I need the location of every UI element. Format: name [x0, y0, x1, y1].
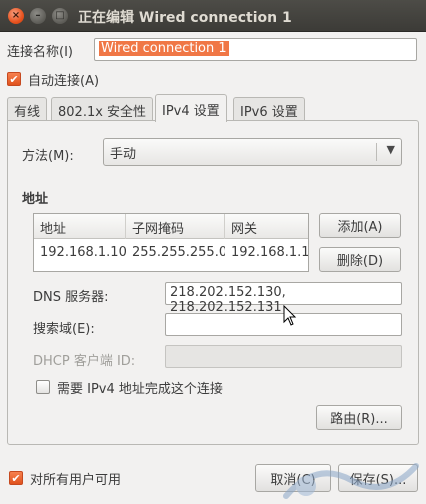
method-dropdown[interactable]: 手动 ▼ — [103, 138, 402, 166]
routes-button[interactable]: 路由(R)... — [316, 405, 402, 430]
cell-netmask[interactable]: 255.255.255.0 — [126, 241, 225, 265]
maximize-icon: □ — [55, 10, 65, 21]
close-window-button[interactable]: × — [8, 8, 24, 24]
address-section-title: 地址 — [22, 192, 49, 207]
tab-wired[interactable]: 有线 — [7, 97, 48, 121]
dropdown-separator — [376, 143, 377, 161]
dhcp-client-id-input — [165, 345, 402, 368]
address-table[interactable]: 地址 子网掩码 网关 192.168.1.10 255.255.255.0 19… — [33, 213, 309, 272]
column-header-gateway[interactable]: 网关 — [225, 214, 308, 239]
chevron-down-icon: ▼ — [386, 143, 395, 156]
minimize-icon: – — [35, 10, 41, 21]
search-domain-label: 搜索域(E): — [33, 322, 95, 337]
auto-connect-checkbox[interactable]: ✔ — [7, 72, 21, 86]
all-users-label: 对所有用户可用 — [30, 473, 122, 488]
delete-address-button[interactable]: 删除(D) — [319, 247, 401, 272]
dns-servers-value: 218.202.152.130, 218.202.152.131 — [170, 285, 286, 315]
column-header-netmask[interactable]: 子网掩码 — [126, 214, 225, 239]
require-ipv4-label: 需要 IPv4 地址完成这个连接 — [57, 382, 223, 397]
connection-name-value: Wired connection 1 — [99, 41, 229, 56]
add-address-button[interactable]: 添加(A) — [319, 213, 401, 238]
method-value: 手动 — [110, 147, 137, 162]
connection-name-label: 连接名称(I) — [7, 45, 73, 60]
window-title: 正在编辑 Wired connection 1 — [78, 10, 292, 26]
dns-label: DNS 服务器: — [33, 290, 109, 305]
tab-8021x-security[interactable]: 802.1x 安全性 — [51, 97, 154, 121]
address-table-header: 地址 子网掩码 网关 — [34, 214, 308, 239]
connection-name-input[interactable]: Wired connection 1 — [94, 38, 417, 61]
maximize-window-button[interactable]: □ — [52, 8, 68, 24]
dhcp-client-id-label: DHCP 客户端 ID: — [33, 354, 136, 369]
close-icon: × — [11, 10, 21, 21]
tab-ipv4-settings[interactable]: IPv4 设置 — [155, 94, 227, 122]
title-bar: × – □ 正在编辑 Wired connection 1 — [0, 0, 426, 32]
tab-ipv6-settings[interactable]: IPv6 设置 — [233, 97, 305, 121]
all-users-checkbox[interactable]: ✔ — [9, 471, 23, 485]
mouse-cursor-icon — [283, 305, 297, 326]
auto-connect-label: 自动连接(A) — [28, 74, 100, 89]
cell-address[interactable]: 192.168.1.10 — [34, 241, 126, 265]
minimize-window-button[interactable]: – — [30, 8, 46, 24]
watermark-logo-icon — [283, 463, 419, 499]
column-header-address[interactable]: 地址 — [34, 214, 126, 239]
require-ipv4-checkbox[interactable] — [36, 380, 50, 394]
dns-servers-input[interactable]: 218.202.152.130, 218.202.152.131 — [165, 282, 402, 315]
cell-gateway[interactable]: 192.168.1.1 — [225, 241, 308, 265]
check-icon: ✔ — [9, 72, 19, 86]
check-icon: ✔ — [11, 471, 21, 485]
method-label: 方法(M): — [22, 149, 74, 164]
